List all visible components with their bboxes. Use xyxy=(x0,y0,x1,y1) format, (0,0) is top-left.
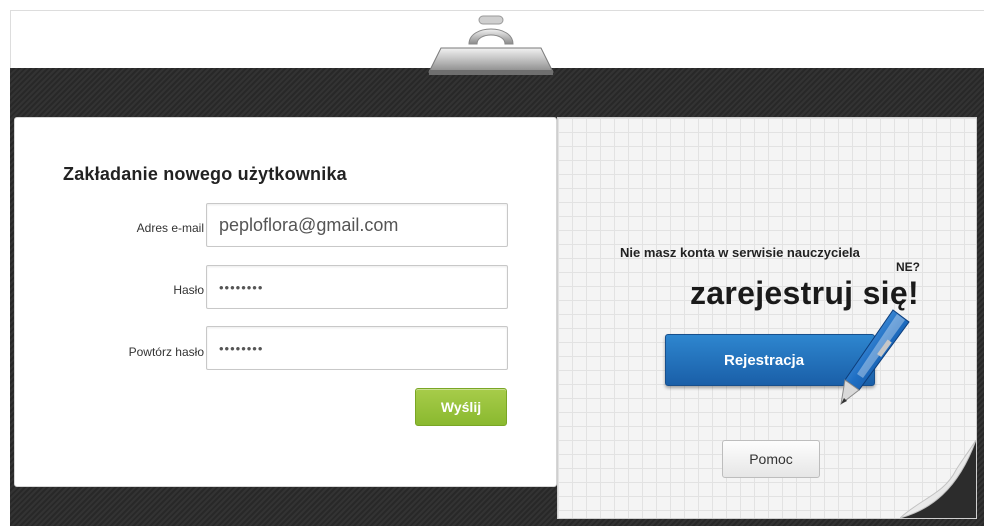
password-repeat-value: •••••••• xyxy=(219,340,264,356)
clipboard-clip-icon xyxy=(421,14,561,76)
submit-button[interactable]: Wyślij xyxy=(415,388,507,426)
register-button-label: Rejestracja xyxy=(724,351,805,369)
no-account-prompt-suffix: NE? xyxy=(896,260,920,274)
no-account-prompt: Nie masz konta w serwisie nauczyciela xyxy=(620,245,860,260)
help-button[interactable]: Pomoc xyxy=(722,440,820,478)
email-field[interactable]: peploflora@gmail.com xyxy=(206,203,508,247)
page-curl-icon xyxy=(899,439,977,519)
email-value: peploflora@gmail.com xyxy=(219,214,399,235)
email-label: Adres e-mail xyxy=(136,221,204,235)
password-repeat-label: Powtórz hasło xyxy=(128,345,204,359)
password-label: Hasło xyxy=(173,283,204,297)
password-field[interactable]: •••••••• xyxy=(206,265,508,309)
form-title: Zakładanie nowego użytkownika xyxy=(63,164,347,184)
password-value: •••••••• xyxy=(219,279,264,295)
password-repeat-field[interactable]: •••••••• xyxy=(206,326,508,370)
pen-icon xyxy=(835,306,915,410)
page: Zakładanie nowego użytkownika Adres e-ma… xyxy=(0,0,984,526)
